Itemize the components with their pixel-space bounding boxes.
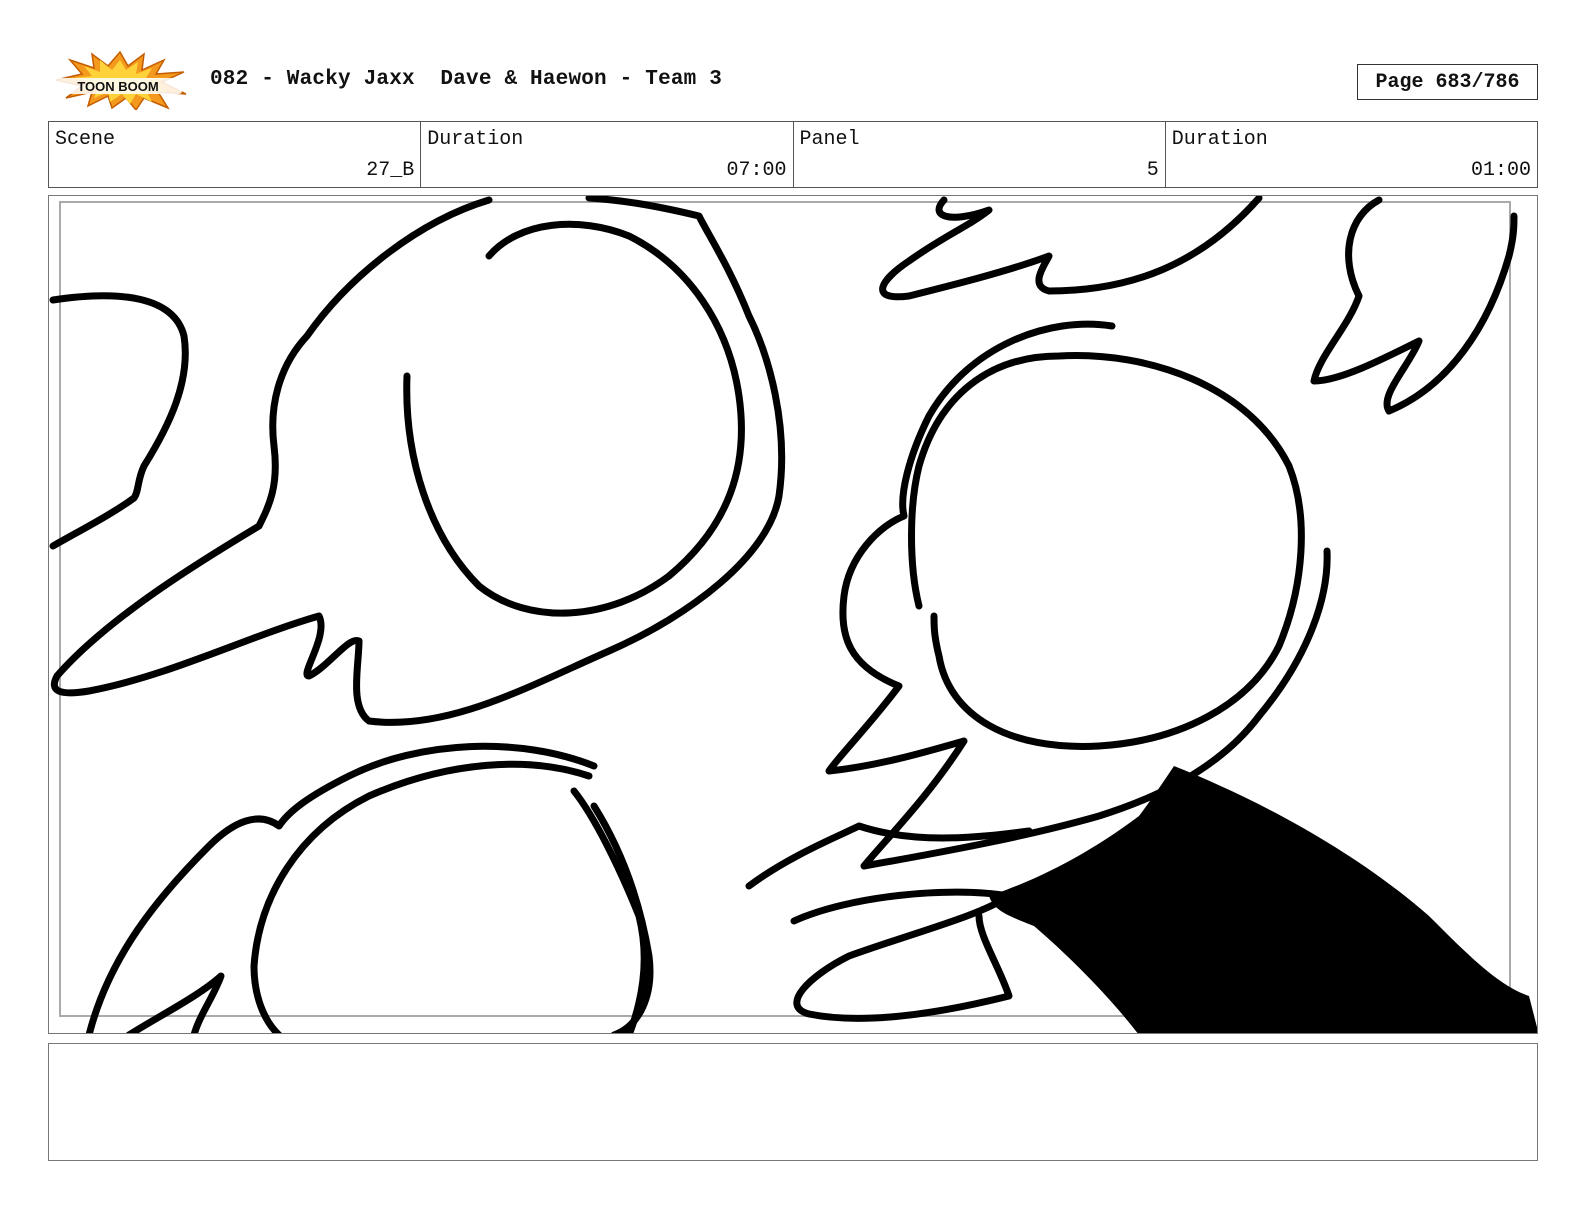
page-number: Page 683/786 (1357, 64, 1538, 100)
panel-duration-value: 01:00 (1470, 159, 1531, 182)
panel-duration-cell: Duration 01:00 (1164, 122, 1537, 187)
scene-duration-cell: Duration 07:00 (420, 122, 792, 187)
right-figure-head-outline (825, 320, 1331, 870)
panel-value: 5 (1146, 159, 1159, 182)
storyboard-panel (48, 195, 1538, 1034)
scene-value: 27_B (366, 159, 415, 182)
scene-info-table: Scene 27_B Duration 07:00 Panel 5 Durati… (48, 121, 1538, 188)
scene-cell: Scene 27_B (49, 122, 420, 187)
right-figure-eye (908, 352, 1305, 750)
left-figure-face-outline (50, 196, 786, 726)
scene-duration-value: 07:00 (726, 159, 787, 182)
panel-cell: Panel 5 (792, 122, 1165, 187)
scene-duration-label: Duration (427, 128, 524, 151)
hair-stroke-right (1310, 196, 1518, 415)
toon-boom-logo: TOON BOOM (54, 50, 187, 110)
notes-box (48, 1043, 1538, 1161)
logo-text: TOON BOOM (77, 79, 158, 94)
right-figure-chin (790, 888, 1013, 1022)
panel-label: Panel (799, 128, 860, 151)
left-figure-head-outline (49, 292, 189, 550)
bottom-figure-head-outline (85, 742, 598, 1033)
panel-duration-label: Duration (1171, 128, 1268, 151)
document-title: 082 - Wacky Jaxx Dave & Haewon - Team 3 (210, 68, 723, 91)
left-figure-eye (403, 220, 745, 617)
right-figure-body-shadow (989, 766, 1537, 1033)
panel-sketch (49, 196, 1537, 1033)
scene-label: Scene (55, 128, 116, 151)
hair-stroke-top (879, 196, 1263, 301)
right-figure-mouth (745, 822, 1033, 890)
bottom-figure-hand (126, 972, 225, 1033)
